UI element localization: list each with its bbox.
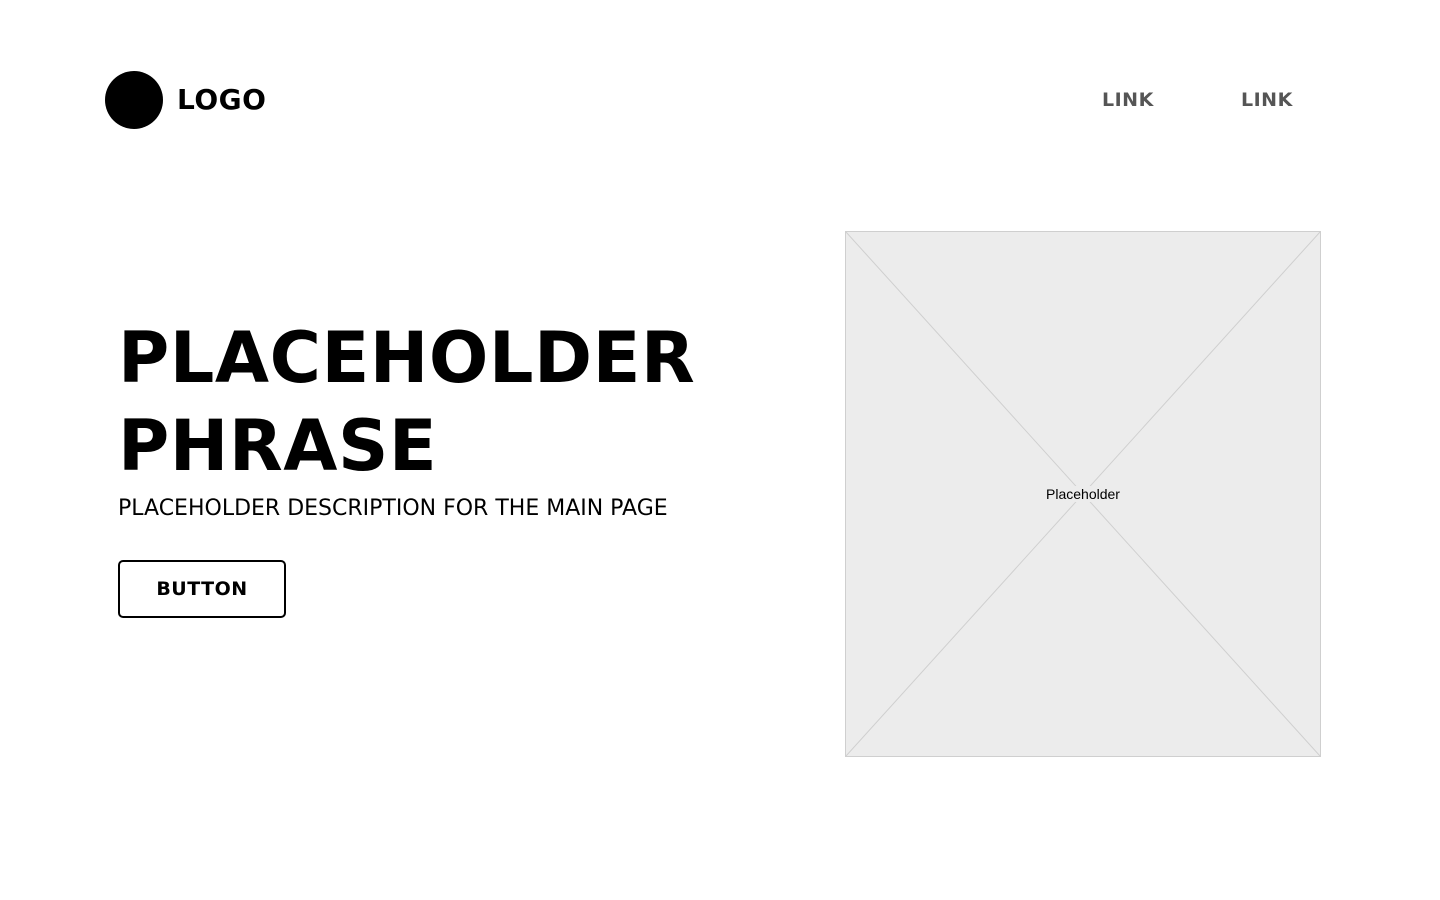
hero-title-line-1: PLACEHOLDER	[118, 317, 696, 399]
hero-description: PLACEHOLDER DESCRIPTION FOR THE MAIN PAG…	[118, 496, 668, 521]
hero-title-line-2: PHRASE	[118, 405, 438, 487]
image-placeholder: Placeholder	[845, 231, 1321, 757]
nav-link-1[interactable]: LINK	[1102, 88, 1154, 112]
nav-link-2[interactable]: LINK	[1241, 88, 1293, 112]
hero-cta-button[interactable]: BUTTON	[118, 560, 286, 618]
image-placeholder-label-wrap: Placeholder	[846, 485, 1320, 503]
logo-text[interactable]: LOGO	[177, 82, 266, 118]
logo-circle-icon[interactable]	[105, 71, 163, 129]
hero-title: PLACEHOLDER PHRASE	[118, 314, 818, 490]
image-placeholder-label: Placeholder	[1044, 486, 1122, 502]
landing-page: LOGO LINK LINK PLACEHOLDER PHRASE PLACEH…	[0, 0, 1440, 900]
